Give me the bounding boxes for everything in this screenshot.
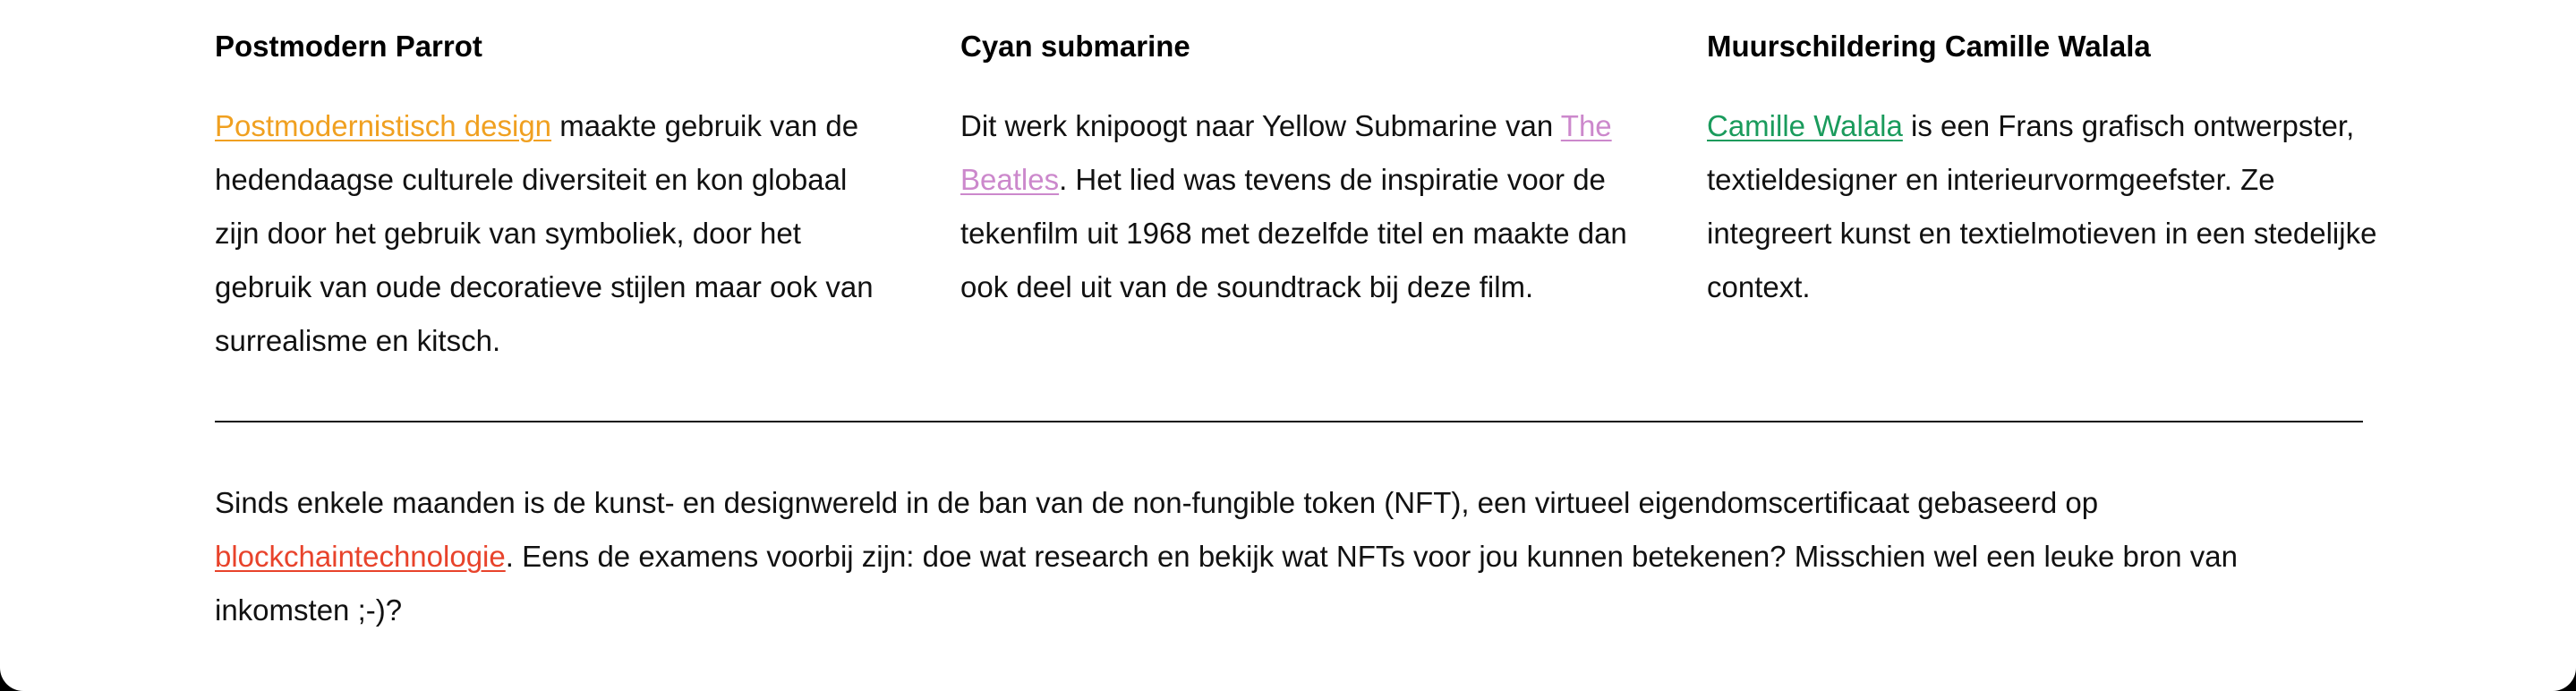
column-text-body: . Het lied was tevens de inspiratie voor… xyxy=(960,163,1627,303)
camille-walala-link[interactable]: Camille Walala xyxy=(1707,109,1903,142)
column-text: Camille Walala is een Frans grafisch ont… xyxy=(1707,99,2378,314)
nft-paragraph-intro: Sinds enkele maanden is de kunst- en des… xyxy=(215,486,2099,519)
column-title: Postmodern Parrot xyxy=(215,30,482,63)
page: Postmodern Parrot Postmodernistisch desi… xyxy=(0,0,2576,691)
artwork-column-postmodern-parrot: Postmodern Parrot Postmodernistisch desi… xyxy=(215,21,886,368)
column-text: Dit werk knipoogt naar Yellow Submarine … xyxy=(960,99,1632,314)
column-title: Muurschildering Camille Walala xyxy=(1707,30,2151,63)
postmodernistisch-design-link[interactable]: Postmodernistisch design xyxy=(215,109,551,142)
column-text-body: maakte gebruik van de hedendaagse cultur… xyxy=(215,109,874,357)
column-title: Cyan submarine xyxy=(960,30,1190,63)
artwork-column-cyan-submarine: Cyan submarine Dit werk knipoogt naar Ye… xyxy=(960,21,1632,314)
nft-paragraph-body: . Eens de examens voorbij zijn: doe wat … xyxy=(215,540,2238,627)
section-divider xyxy=(215,421,2363,422)
artwork-columns: Postmodern Parrot Postmodernistisch desi… xyxy=(215,0,2376,421)
nft-paragraph: Sinds enkele maanden is de kunst- en des… xyxy=(215,476,2363,637)
content-area: Postmodern Parrot Postmodernistisch desi… xyxy=(215,0,2376,627)
artwork-column-camille-walala: Muurschildering Camille Walala Camille W… xyxy=(1707,21,2378,314)
column-text: Postmodernistisch design maakte gebruik … xyxy=(215,99,886,368)
blockchaintechnologie-link[interactable]: blockchaintechnologie xyxy=(215,540,506,573)
column-text-intro: Dit werk knipoogt naar Yellow Submarine … xyxy=(960,109,1561,142)
